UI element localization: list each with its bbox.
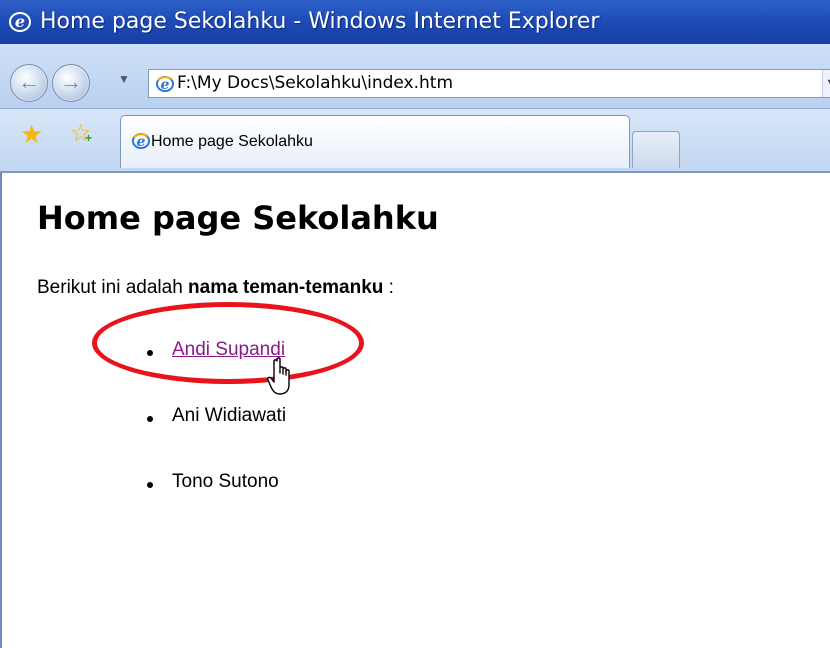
- bullet-icon: [147, 416, 153, 422]
- favorites-star-icon[interactable]: ★: [20, 119, 43, 150]
- intro-prefix: Berikut ini adalah: [37, 277, 189, 298]
- friend-name-ani-widiawati: Ani Widiawati: [172, 405, 287, 426]
- new-tab-button[interactable]: [632, 131, 680, 168]
- svg-text:e: e: [137, 134, 146, 150]
- browser-window: e Home page Sekolahku - Windows Internet…: [0, 0, 830, 648]
- page-icon: e: [132, 133, 150, 150]
- address-dropdown-icon[interactable]: ▼: [822, 70, 830, 97]
- intro-suffix: :: [383, 277, 394, 298]
- bullet-icon: [147, 482, 153, 488]
- back-arrow-icon: ←: [18, 69, 40, 94]
- intro-bold: nama teman-temanku: [188, 277, 384, 298]
- address-bar[interactable]: e F:\My Docs\Sekolahku\index.htm ▼: [148, 69, 830, 98]
- back-button[interactable]: ←: [10, 64, 48, 102]
- intro-text: Berikut ini adalah nama teman-temanku :: [37, 277, 394, 299]
- history-dropdown-icon[interactable]: ▼: [118, 72, 130, 86]
- page-content: Home page Sekolahku Berikut ini adalah n…: [0, 173, 830, 648]
- tab-label: Home page Sekolahku: [151, 133, 313, 150]
- forward-button[interactable]: →: [52, 64, 90, 102]
- ie-logo-icon: e: [9, 12, 31, 32]
- title-bar[interactable]: e Home page Sekolahku - Windows Internet…: [0, 0, 830, 44]
- svg-text:e: e: [161, 77, 170, 93]
- friend-link-andi-supandi[interactable]: Andi Supandi: [172, 339, 285, 361]
- friend-name-tono-sutono: Tono Sutono: [172, 471, 279, 492]
- page-heading: Home page Sekolahku: [37, 199, 439, 237]
- svg-text:e: e: [15, 12, 25, 31]
- bullet-icon: [147, 350, 153, 356]
- window-title: Home page Sekolahku - Windows Internet E…: [40, 9, 600, 34]
- add-favorites-icon[interactable]: ☆ +: [70, 119, 92, 148]
- tab-home-page[interactable]: e Home page Sekolahku: [120, 115, 630, 168]
- tab-bar: ★ ☆ + e Home page Sekolahku: [0, 109, 830, 173]
- navigation-bar: ← → ▼ e F:\My Docs\Sekolahku\index.htm ▼: [0, 44, 830, 109]
- address-text: F:\My Docs\Sekolahku\index.htm: [177, 73, 454, 93]
- page-icon: e: [156, 76, 174, 93]
- forward-arrow-icon: →: [60, 69, 82, 94]
